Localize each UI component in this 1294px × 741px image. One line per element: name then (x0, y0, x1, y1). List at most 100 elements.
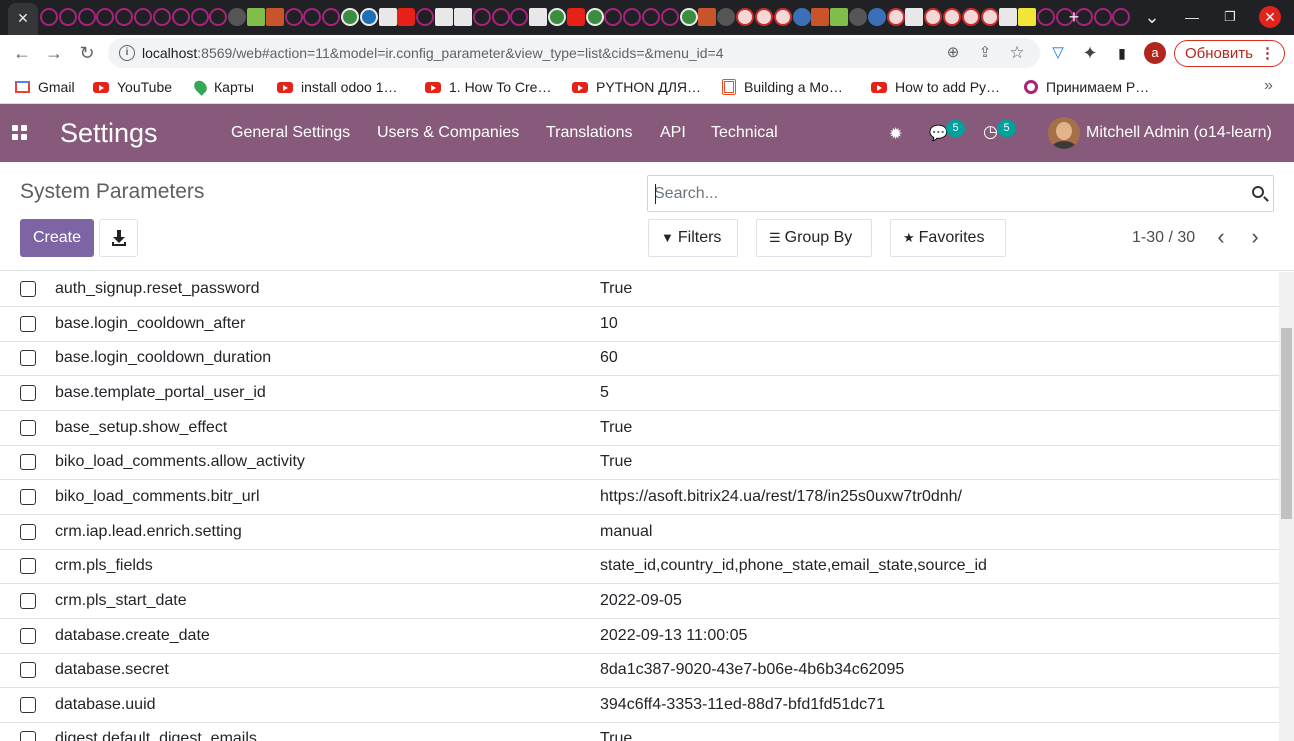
pinned-tab-favicon[interactable] (792, 8, 811, 26)
table-row[interactable]: base.template_portal_user_id 5 (0, 376, 1279, 411)
profile-avatar[interactable]: a (1144, 42, 1166, 64)
row-checkbox[interactable] (20, 454, 36, 471)
new-tab-button[interactable]: + (1062, 6, 1086, 28)
bookmark-gmail[interactable]: Gmail (15, 77, 75, 97)
search-icon[interactable] (1252, 186, 1264, 198)
active-tab-close-button[interactable]: ✕ (8, 3, 38, 35)
messages-icon[interactable]: 💬 (929, 124, 948, 142)
row-checkbox[interactable] (20, 523, 36, 540)
row-checkbox[interactable] (20, 419, 36, 436)
pinned-tab-favicon[interactable] (604, 8, 623, 26)
row-checkbox[interactable] (20, 627, 36, 644)
pinned-tab-favicon[interactable] (660, 8, 679, 26)
scrollbar-thumb[interactable] (1281, 328, 1292, 519)
row-checkbox[interactable] (20, 662, 36, 679)
bookmark-youtube[interactable]: YouTube (93, 77, 172, 97)
pinned-tab-favicon[interactable] (1018, 8, 1037, 26)
table-row[interactable]: base.login_cooldown_after 10 (0, 307, 1279, 342)
bookmark-star-icon[interactable]: ☆ (1006, 42, 1028, 64)
vertical-scrollbar[interactable] (1279, 272, 1294, 741)
pinned-tab-favicon[interactable] (943, 8, 961, 26)
table-row[interactable]: base.login_cooldown_duration 60 (0, 341, 1279, 377)
pinned-tab-favicon[interactable] (773, 8, 792, 26)
pinned-tab-favicon[interactable] (228, 8, 247, 26)
pinned-tab-favicon[interactable] (416, 8, 435, 26)
pinned-tab-favicon[interactable] (980, 8, 999, 26)
debug-bug-icon[interactable]: ✹ (889, 124, 902, 144)
pinned-tab-favicon[interactable] (96, 8, 115, 26)
table-row[interactable]: biko_load_comments.allow_activity True (0, 445, 1279, 481)
pinned-tab-favicon[interactable] (642, 8, 660, 26)
pinned-tab-favicon[interactable] (209, 8, 228, 26)
pinned-tab-favicon[interactable] (341, 8, 359, 26)
pinned-tab-favicon[interactable] (830, 8, 849, 26)
pinned-tab-favicon[interactable] (585, 8, 604, 26)
row-checkbox[interactable] (20, 350, 36, 367)
pinned-tab-favicon[interactable] (886, 8, 905, 26)
minimize-window-button[interactable]: — (1180, 6, 1204, 28)
table-row[interactable]: base_setup.show_effect True (0, 411, 1279, 446)
pinned-tab-favicon[interactable] (472, 8, 491, 26)
group-by-button[interactable]: ☰ Group By (756, 219, 872, 257)
menu-technical[interactable]: Technical (711, 124, 778, 142)
share-icon[interactable]: ⇪ (974, 42, 996, 64)
back-arrow-icon[interactable]: ← (9, 40, 35, 66)
pinned-tab-favicon[interactable] (754, 8, 773, 26)
more-menu-icon[interactable]: ⋮ (1260, 41, 1275, 66)
row-checkbox[interactable] (20, 488, 36, 505)
app-title[interactable]: Settings (60, 118, 158, 149)
table-row[interactable]: database.create_date 2022-09-13 11:00:05 (0, 619, 1279, 654)
pinned-tab-favicon[interactable] (303, 8, 322, 26)
user-menu-name[interactable]: Mitchell Admin (o14-learn) (1086, 124, 1272, 142)
close-window-button[interactable]: ✕ (1259, 6, 1281, 28)
menu-users-companies[interactable]: Users & Companies (377, 124, 519, 142)
pinned-tab-favicon[interactable] (453, 8, 472, 26)
bookmark-maps[interactable]: Карты (191, 77, 254, 97)
table-row[interactable]: auth_signup.reset_password True (0, 272, 1279, 307)
update-browser-button[interactable]: Обновить ⋮ (1174, 40, 1285, 67)
activity-clock-icon[interactable]: ◷ (983, 122, 998, 142)
pinned-tab-favicon[interactable] (1093, 8, 1112, 26)
pinned-tab-favicon[interactable] (1112, 8, 1131, 26)
row-checkbox[interactable] (20, 558, 36, 575)
row-checkbox[interactable] (20, 731, 36, 741)
bookmarks-overflow-icon[interactable]: » (1264, 77, 1273, 95)
pinned-tab-favicon[interactable] (322, 8, 341, 26)
user-avatar[interactable] (1048, 117, 1080, 149)
bookmark-building-a-module[interactable]: Building a Mo… (722, 77, 843, 97)
bookmark-how-to-add[interactable]: How to add Py… (871, 77, 1000, 97)
menu-general-settings[interactable]: General Settings (231, 124, 350, 142)
pinned-tab-favicon[interactable] (547, 8, 566, 26)
pinned-tab-favicon[interactable] (378, 8, 397, 26)
vpn-extension-icon[interactable]: ▽ (1045, 40, 1071, 66)
address-bar[interactable]: i localhost:8569/web#action=11&model=ir.… (108, 38, 1040, 68)
pinned-tab-favicon[interactable] (115, 8, 134, 26)
pinned-tab-favicon[interactable] (190, 8, 209, 26)
favorites-button[interactable]: ★ Favorites (890, 219, 1006, 257)
pinned-tab-favicon[interactable] (623, 8, 642, 26)
pinned-tab-favicon[interactable] (566, 8, 585, 26)
pinned-tab-favicon[interactable] (698, 8, 717, 26)
site-info-icon[interactable]: i (119, 45, 135, 61)
filters-button[interactable]: ▼ Filters (648, 219, 738, 257)
pinned-tab-favicon[interactable] (58, 8, 77, 26)
pinned-tab-favicon[interactable] (529, 8, 548, 26)
url-text[interactable]: localhost:8569/web#action=11&model=ir.co… (142, 45, 724, 61)
pinned-tab-favicon[interactable] (510, 8, 529, 26)
row-checkbox[interactable] (20, 696, 36, 713)
side-panel-icon[interactable]: ▮ (1109, 40, 1135, 66)
extensions-puzzle-icon[interactable]: ✦ (1077, 40, 1103, 66)
export-all-button[interactable] (99, 219, 138, 257)
restore-window-button[interactable]: ❐ (1218, 6, 1242, 28)
pinned-tab-favicon[interactable] (679, 8, 698, 26)
pinned-tab-favicon[interactable] (152, 8, 171, 26)
pinned-tab-favicon[interactable] (736, 8, 755, 26)
zoom-icon[interactable]: ⊕ (942, 42, 964, 64)
pinned-tab-favicon[interactable] (811, 8, 830, 26)
pinned-tab-favicon[interactable] (961, 8, 980, 26)
pinned-tab-favicon[interactable] (717, 8, 736, 26)
tab-search-chevron-icon[interactable]: ⌄ (1140, 6, 1164, 28)
pinned-tab-favicon[interactable] (284, 8, 303, 26)
pinned-tab-favicon[interactable] (359, 8, 378, 26)
pager-next-icon[interactable]: › (1247, 226, 1263, 248)
